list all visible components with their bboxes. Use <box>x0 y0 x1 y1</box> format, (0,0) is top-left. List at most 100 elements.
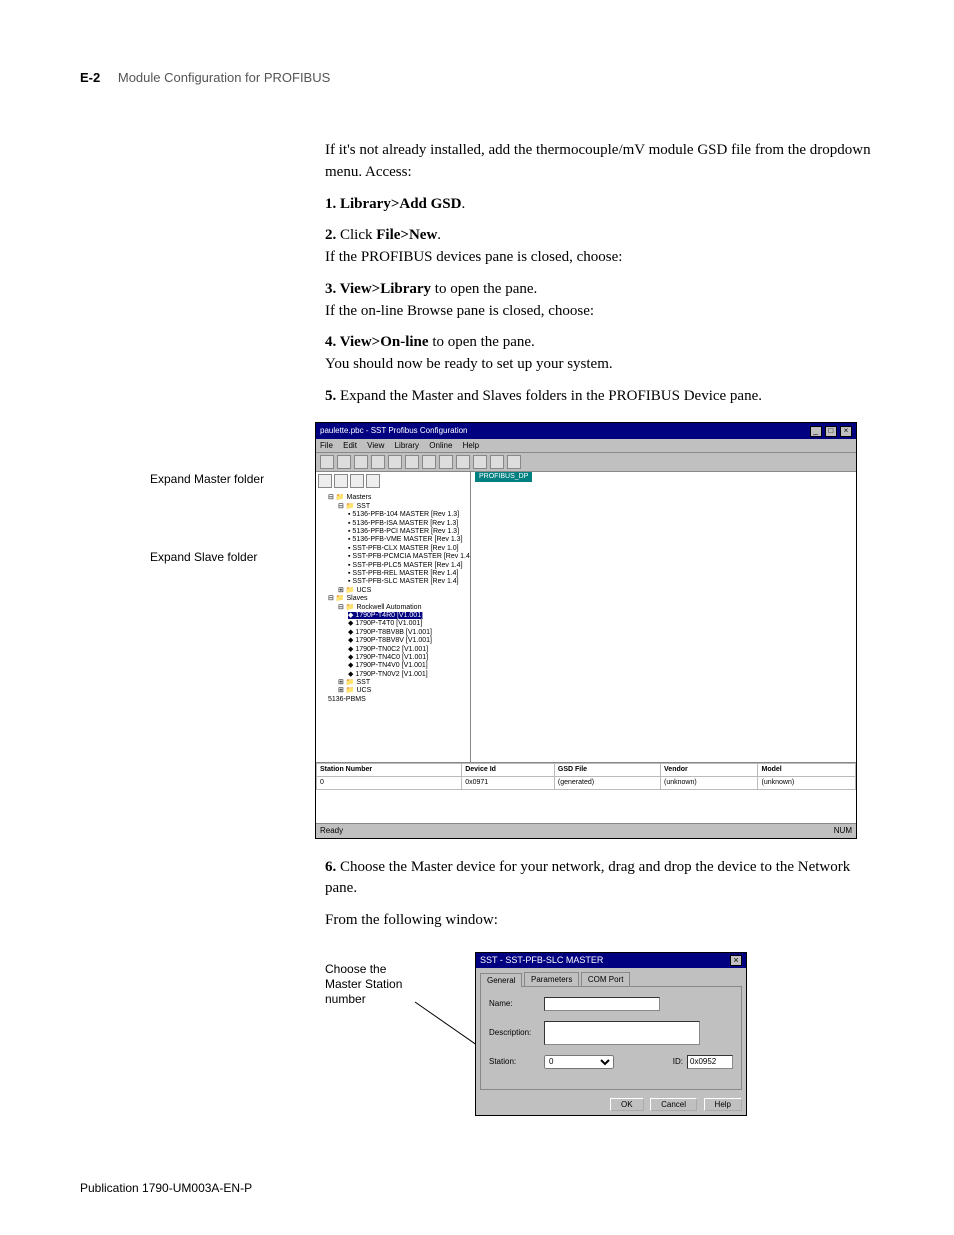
station-label: Station: <box>489 1057 544 1066</box>
page-number: E-2 <box>80 70 100 85</box>
tree-master-item[interactable]: ▪ SST-PFB-SLC MASTER [Rev 1.4] <box>348 578 468 586</box>
toolbar-button[interactable] <box>371 455 385 469</box>
network-pane[interactable]: PROFIBUS_DP <box>471 472 856 762</box>
tree-master-item[interactable]: ▪ 5136-PFB-ISA MASTER [Rev 1.3] <box>348 520 468 528</box>
tree-slave-item[interactable]: ◆ 1790P-TN0V2 [V1.001] <box>348 671 468 679</box>
toolbar-button[interactable] <box>320 455 334 469</box>
description-field[interactable] <box>544 1021 700 1045</box>
toolbar-button[interactable] <box>422 455 436 469</box>
tree-ucs2-folder[interactable]: ⊞ 📁 UCS <box>338 687 468 695</box>
step-2-note: If the PROFIBUS devices pane is closed, … <box>325 247 874 269</box>
tree-slave-item[interactable]: ◆ 1790P-TN4C0 [V1.001] <box>348 654 468 662</box>
col-vendor[interactable]: Vendor <box>661 764 758 777</box>
col-model[interactable]: Model <box>758 764 856 777</box>
station-select[interactable]: 0 <box>544 1055 614 1069</box>
tree-slave-item[interactable]: ◆ 1790P-T8BV8B [V1.001] <box>348 629 468 637</box>
dialog-tabs[interactable]: General Parameters COM Port <box>476 968 746 986</box>
grid-row[interactable]: 0 0x0971 (generated) (unknown) (unknown) <box>317 777 856 790</box>
toolbar-button[interactable] <box>439 455 453 469</box>
toolbar-button[interactable] <box>405 455 419 469</box>
device-tree-pane[interactable]: ⊟ 📁 Masters ⊟ 📁 SST ▪ 5136-PFB-104 MASTE… <box>316 472 471 762</box>
id-label: ID: <box>673 1057 683 1066</box>
name-field[interactable] <box>544 997 660 1011</box>
menu-edit[interactable]: Edit <box>343 441 357 450</box>
dialog-titlebar[interactable]: SST - SST-PFB-SLC MASTER × <box>476 953 746 968</box>
tree-master-item[interactable]: ▪ SST-PFB-CLX MASTER [Rev 1.0] <box>348 545 468 553</box>
tree-slave-item[interactable]: ◆ 1790P-TN0C2 [V1.001] <box>348 646 468 654</box>
tree-masters-folder[interactable]: ⊟ 📁 Masters ⊟ 📁 SST ▪ 5136-PFB-104 MASTE… <box>328 494 468 595</box>
step-4-note: You should now be ready to set up your s… <box>325 354 874 376</box>
cancel-button[interactable]: Cancel <box>650 1098 697 1111</box>
tree-master-item[interactable]: ▪ 5136-PFB-VME MASTER [Rev 1.3] <box>348 536 468 544</box>
tree-last-item[interactable]: 5136-PBMS <box>328 696 468 704</box>
toolbar-button[interactable] <box>507 455 521 469</box>
window-titlebar[interactable]: paulette.pbc - SST Profibus Configuratio… <box>316 423 856 439</box>
toolbar-button[interactable] <box>354 455 368 469</box>
step-2: 2. Click File>New. <box>325 225 874 247</box>
tab-general[interactable]: General <box>480 973 522 987</box>
sst-profibus-window: paulette.pbc - SST Profibus Configuratio… <box>315 422 857 839</box>
publication-footer: Publication 1790-UM003A-EN-P <box>80 1181 252 1195</box>
figure-dialog: Choose the Master Station number SST - S… <box>325 952 874 1132</box>
device-grid[interactable]: Station Number Device Id GSD File Vendor… <box>316 762 856 823</box>
step-3: 3. View>Library to open the pane. <box>325 279 874 301</box>
tab-comport[interactable]: COM Port <box>581 972 631 986</box>
toolbar-button[interactable] <box>456 455 470 469</box>
tree-slave-item[interactable]: ◆ 1790P-T4T0 [V1.001] <box>348 620 468 628</box>
step-6: 6. Choose the Master device for your net… <box>325 857 874 901</box>
statusbar: Ready NUM <box>316 823 856 838</box>
col-gsd[interactable]: GSD File <box>554 764 660 777</box>
section-title: Module Configuration for PROFIBUS <box>118 70 330 85</box>
maximize-button[interactable]: □ <box>825 426 837 437</box>
status-text: Ready <box>320 825 343 837</box>
tree-slaves-folder[interactable]: ⊟ 📁 Slaves ⊟ 📁 Rockwell Automation ◆ 179… <box>328 595 468 696</box>
tree-slave-item[interactable]: ◆ 1790P-T4R0 [V1.001] <box>348 612 468 620</box>
col-station[interactable]: Station Number <box>317 764 462 777</box>
status-num: NUM <box>834 825 852 837</box>
id-field[interactable] <box>687 1055 733 1069</box>
tree-slave-item[interactable]: ◆ 1790P-T8BV8V [V1.001] <box>348 637 468 645</box>
tree-master-item[interactable]: ▪ SST-PFB-PCMCIA MASTER [Rev 1.4] <box>348 553 468 561</box>
figure-app-window: Expand Master folder Expand Slave folder… <box>315 422 874 839</box>
menu-help[interactable]: Help <box>463 441 479 450</box>
tree-slave-item[interactable]: ◆ 1790P-TN4V0 [V1.001] <box>348 662 468 670</box>
step-5: 5. Expand the Master and Slaves folders … <box>325 386 874 408</box>
master-properties-dialog: SST - SST-PFB-SLC MASTER × General Param… <box>475 952 747 1116</box>
network-label[interactable]: PROFIBUS_DP <box>475 472 532 482</box>
col-deviceid[interactable]: Device Id <box>462 764 555 777</box>
callout-expand-slave: Expand Slave folder <box>150 550 257 565</box>
step-3-note: If the on-line Browse pane is closed, ch… <box>325 301 874 323</box>
toolbar-button[interactable] <box>490 455 504 469</box>
tree-master-item[interactable]: ▪ 5136-PFB-104 MASTER [Rev 1.3] <box>348 511 468 519</box>
menu-library[interactable]: Library <box>395 441 419 450</box>
tab-parameters[interactable]: Parameters <box>524 972 579 986</box>
step-4: 4. View>On-line to open the pane. <box>325 332 874 354</box>
intro-paragraph: If it's not already installed, add the t… <box>325 140 874 184</box>
dialog-title: SST - SST-PFB-SLC MASTER <box>480 955 603 965</box>
window-buttons[interactable]: _ □ × <box>809 425 852 437</box>
tree-master-item[interactable]: ▪ SST-PFB-REL MASTER [Rev 1.4] <box>348 570 468 578</box>
step-1: 1. Library>Add GSD. <box>325 194 874 216</box>
toolbar-button[interactable] <box>473 455 487 469</box>
callout-expand-master: Expand Master folder <box>150 472 264 487</box>
toolbar-button[interactable] <box>337 455 351 469</box>
menu-online[interactable]: Online <box>429 441 452 450</box>
menu-view[interactable]: View <box>367 441 384 450</box>
tree-master-item[interactable]: ▪ SST-PFB-PLC5 MASTER [Rev 1.4] <box>348 562 468 570</box>
menu-file[interactable]: File <box>320 441 333 450</box>
minimize-button[interactable]: _ <box>810 426 822 437</box>
step-6-note: From the following window: <box>325 910 874 932</box>
tree-ucs-folder[interactable]: ⊞ 📁 UCS <box>338 587 468 595</box>
dialog-close-button[interactable]: × <box>730 955 742 966</box>
ok-button[interactable]: OK <box>610 1098 644 1111</box>
description-label: Description: <box>489 1028 544 1037</box>
tree-master-item[interactable]: ▪ 5136-PFB-PCI MASTER [Rev 1.3] <box>348 528 468 536</box>
tree-sst-folder[interactable]: ⊟ 📁 SST ▪ 5136-PFB-104 MASTER [Rev 1.3]▪… <box>338 503 468 587</box>
name-label: Name: <box>489 999 544 1008</box>
close-button[interactable]: × <box>840 426 852 437</box>
menubar[interactable]: File Edit View Library Online Help <box>316 439 856 454</box>
help-button[interactable]: Help <box>704 1098 742 1111</box>
tree-ra-folder[interactable]: ⊟ 📁 Rockwell Automation ◆ 1790P-T4R0 [V1… <box>338 604 468 680</box>
toolbar[interactable] <box>316 453 856 472</box>
toolbar-button[interactable] <box>388 455 402 469</box>
